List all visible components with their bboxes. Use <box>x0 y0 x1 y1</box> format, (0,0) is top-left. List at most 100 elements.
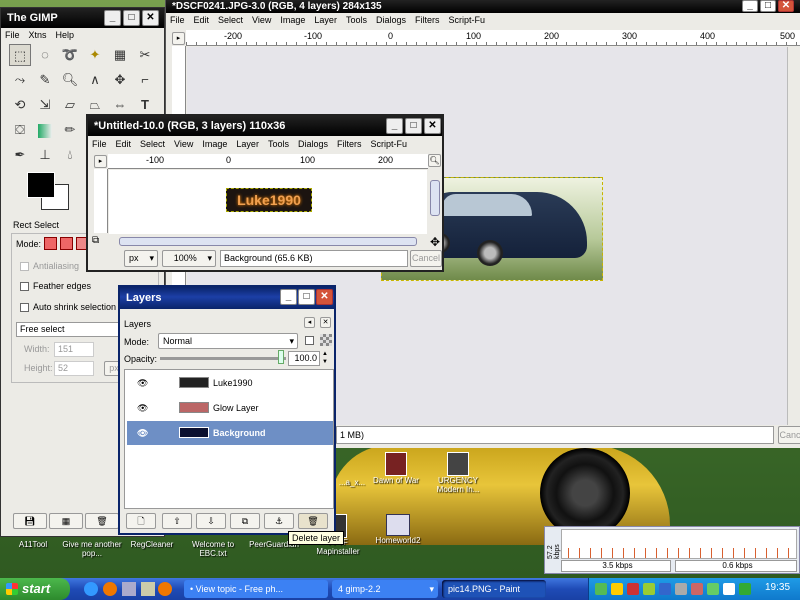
menu-filters[interactable]: Filters <box>415 13 440 28</box>
tray-icon[interactable] <box>595 583 607 595</box>
menu-tools[interactable]: Tools <box>268 136 289 153</box>
close-button[interactable]: ✕ <box>424 118 441 134</box>
menu-file[interactable]: File <box>92 136 107 153</box>
untitled-menu-arrow-button[interactable]: ▸ <box>94 155 107 168</box>
close-tab-button[interactable]: ✕ <box>320 317 331 328</box>
magnify-icon[interactable]: 🔍︎ <box>59 69 81 91</box>
scissors-icon[interactable]: ✂ <box>134 44 156 66</box>
quick-launch-firefox-icon[interactable] <box>158 582 172 596</box>
mode-dropdown[interactable]: Normal ▾ <box>158 333 298 349</box>
new-layer-button[interactable]: 🗋︎ <box>126 513 156 529</box>
taskbar-task-browser[interactable]: • View topic - Free ph... <box>184 580 328 598</box>
menu-view[interactable]: View <box>252 13 271 28</box>
desktop-icon-partial[interactable]: ...a_x... <box>334 478 370 487</box>
tray-icon[interactable] <box>675 583 687 595</box>
eye-icon[interactable]: 👁︎ <box>137 396 148 420</box>
tab-menu-button[interactable]: ◂ <box>304 317 315 328</box>
smudge-icon[interactable]: 💧︎ <box>59 144 81 166</box>
rotate-icon[interactable]: ⟲ <box>9 94 31 116</box>
close-button[interactable]: ✕ <box>778 0 794 12</box>
tray-icon[interactable] <box>643 583 655 595</box>
antialiasing-checkbox[interactable]: Antialiasing <box>20 261 79 272</box>
menu-script-fu[interactable]: Script-Fu <box>448 13 485 28</box>
opacity-slider[interactable] <box>160 357 286 360</box>
desktop-icon-urgency[interactable]: URGENCY Modern In... <box>428 452 488 494</box>
untitled-scrollbar-bottom[interactable] <box>109 236 427 248</box>
text-icon[interactable]: T <box>134 94 156 116</box>
desktop-icon-dawn-of-war[interactable]: Dawn of War <box>368 452 424 485</box>
layer-row[interactable]: 👁︎ Luke1990 <box>127 371 333 395</box>
tray-icon[interactable] <box>723 583 735 595</box>
paths-icon[interactable]: ⤳ <box>9 69 31 91</box>
menu-image[interactable]: Image <box>280 13 305 28</box>
layers-titlebar[interactable]: Layers _ □ ✕ <box>120 287 334 309</box>
menu-file[interactable]: File <box>5 28 20 43</box>
untitled-cancel-button[interactable]: Cancel <box>410 250 442 267</box>
maximize-button[interactable]: □ <box>123 10 140 26</box>
menu-help[interactable]: Help <box>56 28 75 43</box>
layer-row-selected[interactable]: 👁︎ Background <box>127 421 333 445</box>
minimize-button[interactable]: _ <box>742 0 758 12</box>
clone-icon[interactable]: ⊥ <box>34 144 56 166</box>
duplicate-layer-button[interactable]: ⧉ <box>230 513 260 529</box>
lower-layer-button[interactable]: ⇩ <box>196 513 226 529</box>
eye-icon[interactable]: 👁︎ <box>137 371 148 395</box>
restore-options-button[interactable]: ▦ <box>49 513 83 529</box>
untitled-titlebar[interactable]: *Untitled-10.0 (RGB, 3 layers) 110x36 _ … <box>88 116 442 136</box>
blend-icon[interactable] <box>34 119 56 141</box>
tray-icon[interactable] <box>627 583 639 595</box>
lasso-icon[interactable]: ➰ <box>59 44 81 66</box>
menu-script-fu[interactable]: Script-Fu <box>370 136 407 153</box>
layer-row[interactable]: 👁︎ Glow Layer <box>127 396 333 420</box>
move-icon[interactable]: ✥ <box>109 69 131 91</box>
opacity-slider-handle[interactable] <box>278 350 284 364</box>
unit-dropdown[interactable]: px ▾ <box>124 250 158 267</box>
close-button[interactable]: ✕ <box>142 10 159 26</box>
crop-icon[interactable]: ⌐ <box>134 69 156 91</box>
pencil-icon[interactable]: ✏ <box>59 119 81 141</box>
menu-filters[interactable]: Filters <box>337 136 362 153</box>
taskbar-task-gimp[interactable]: 4 gimp-2.2 ▾ <box>332 580 438 598</box>
menu-layer[interactable]: Layer <box>314 13 337 28</box>
raise-layer-button[interactable]: ⇧ <box>162 513 192 529</box>
menu-image[interactable]: Image <box>202 136 227 153</box>
main-window-titlebar[interactable]: *DSCF0241.JPG-3.0 (RGB, 4 layers) 284x13… <box>166 0 800 13</box>
perspective-icon[interactable]: ⏢ <box>84 94 106 116</box>
airbrush-icon[interactable]: ✒ <box>9 144 31 166</box>
delete-options-button[interactable]: 🗑︎ <box>85 513 119 529</box>
menu-select[interactable]: Select <box>140 136 165 153</box>
menu-dialogs[interactable]: Dialogs <box>298 136 328 153</box>
fuzzy-select-icon[interactable]: ✦ <box>84 44 106 66</box>
shear-icon[interactable]: ▱ <box>59 94 81 116</box>
keep-transparency-checkbox[interactable] <box>305 335 318 346</box>
main-scrollbar-right[interactable] <box>787 47 800 425</box>
tray-icon[interactable] <box>611 583 623 595</box>
eye-icon[interactable]: 👁︎ <box>137 421 148 445</box>
maximize-button[interactable]: □ <box>760 0 776 12</box>
quick-launch-firefox-icon[interactable] <box>103 582 117 596</box>
start-button[interactable]: start <box>0 578 70 600</box>
bucket-fill-icon[interactable]: ⛋ <box>9 119 31 141</box>
measure-icon[interactable]: ∧ <box>84 69 106 91</box>
minimize-button[interactable]: _ <box>104 10 121 26</box>
menu-view[interactable]: View <box>174 136 193 153</box>
menu-dialogs[interactable]: Dialogs <box>376 13 406 28</box>
menu-xtns[interactable]: Xtns <box>29 28 47 43</box>
scale-icon[interactable]: ⇲ <box>34 94 56 116</box>
foreground-color-swatch[interactable] <box>27 172 55 198</box>
taskbar-task-paint[interactable]: pic14.PNG - Paint <box>442 580 546 598</box>
minimize-button[interactable]: _ <box>280 289 297 305</box>
color-picker-icon[interactable]: ✎ <box>34 69 56 91</box>
tray-icon[interactable] <box>739 583 751 595</box>
main-cancel-button[interactable]: Canc <box>778 426 800 444</box>
opacity-spin[interactable]: ▲ ▼ <box>322 350 332 366</box>
maximize-button[interactable]: □ <box>298 289 315 305</box>
flip-icon[interactable]: ⇔ <box>109 94 131 116</box>
zoom-dropdown[interactable]: 100% ▾ <box>162 250 216 267</box>
auto-shrink-checkbox[interactable]: Auto shrink selection <box>20 302 116 313</box>
delete-layer-button[interactable]: 🗑︎ <box>298 513 328 529</box>
mode-replace-button[interactable] <box>44 237 57 250</box>
width-field[interactable]: 151 <box>54 342 94 357</box>
tray-icon[interactable] <box>659 583 671 595</box>
opacity-field[interactable]: 100.0 <box>288 351 320 366</box>
